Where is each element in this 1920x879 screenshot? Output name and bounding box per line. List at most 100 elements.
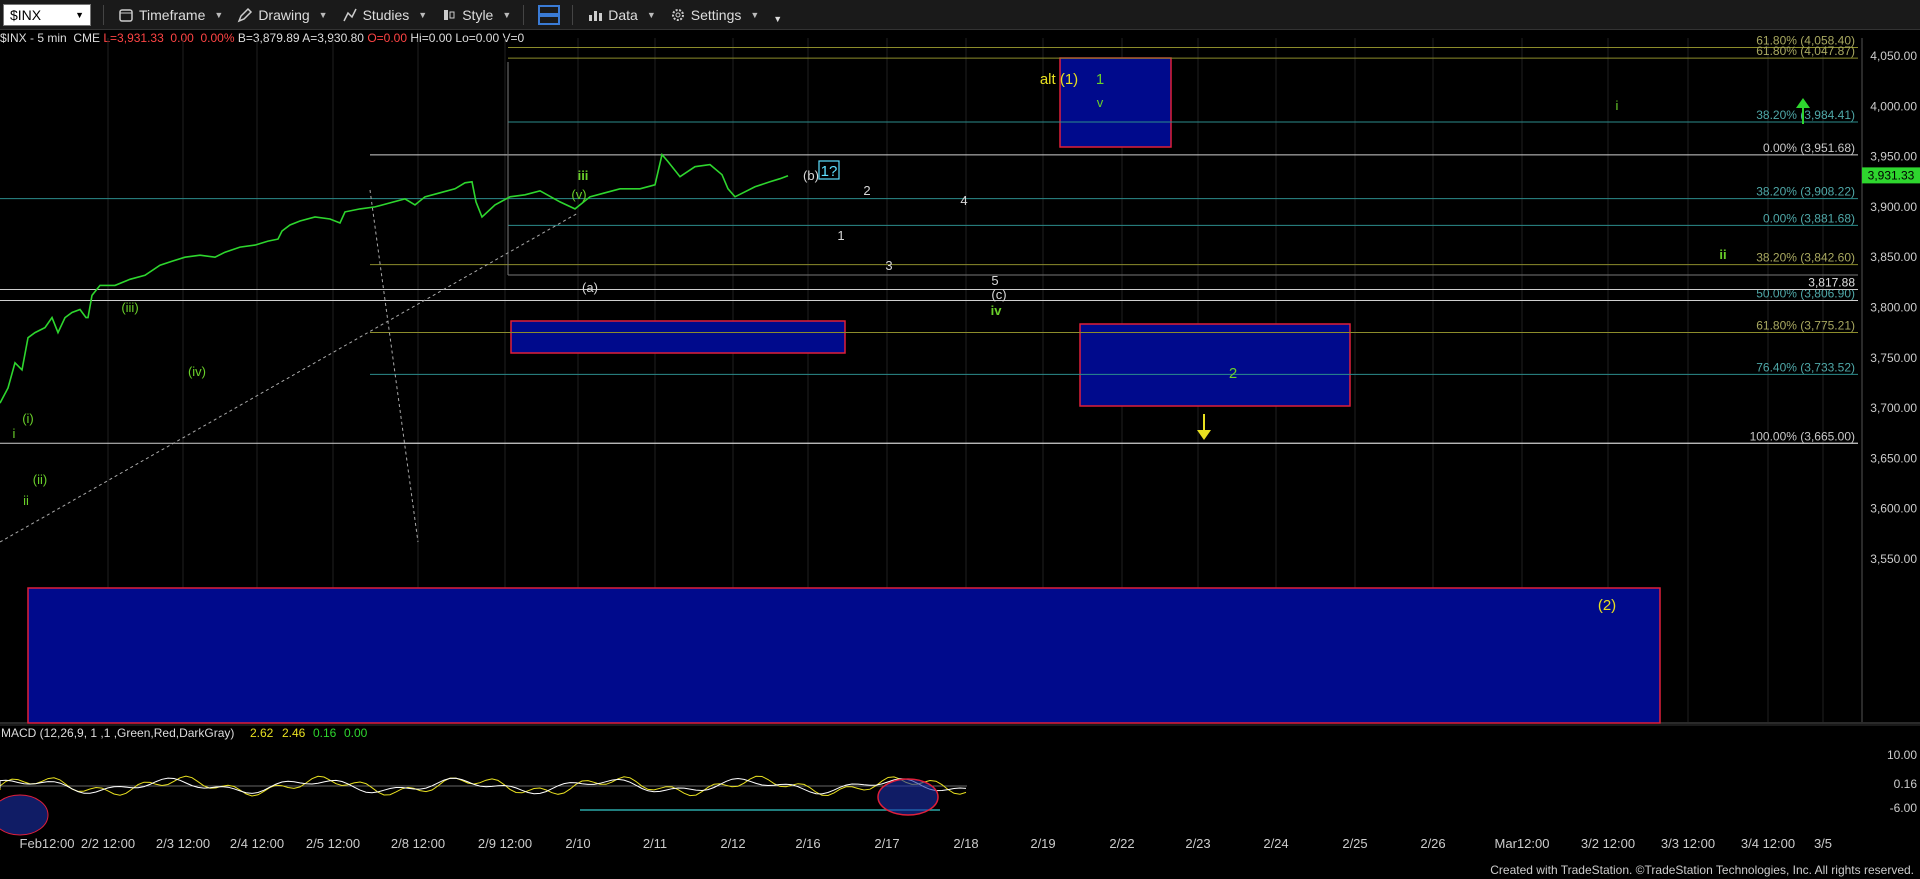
toolbar-divider [523,4,525,25]
support-box-left [510,320,846,354]
settings-menu[interactable]: Settings ▼ [670,7,760,23]
macd-highlight-oval-left [0,794,49,836]
bar-chart-icon [589,10,603,21]
low-price: Lo=0.00 [455,31,500,45]
fib-label: 38.20% (3,984.41) [1756,108,1855,122]
x-tick-label: 2/8 12:00 [391,836,445,851]
wave-label: i [13,426,16,441]
studies-icon [342,8,357,21]
x-tick-label: 2/11 [643,836,667,851]
x-tick-label: 3/5 [1814,836,1832,851]
wave-label: (i) [22,411,34,426]
toolbar: $INX ▼ Timeframe ▼ Drawing ▼ Studies ▼ Styl… [0,0,1920,30]
x-tick-label: 2/10 [565,836,590,851]
y-tick-label: 3,650.00 [1870,451,1917,465]
x-tick-label: 2/12 [720,836,745,851]
style-menu[interactable]: Style ▼ [441,7,511,23]
macd-y-tick-label: 10.00 [1887,748,1917,762]
fib-label: 100.00% (3,665.00) [1750,429,1855,443]
wave-label: 1? [821,163,838,180]
wave-label: (v) [571,187,586,202]
toolbar-divider [572,4,574,25]
drawing-menu[interactable]: Drawing ▼ [237,6,328,23]
y-tick-label: 4,000.00 [1870,99,1917,113]
y-tick-label: 3,850.00 [1870,250,1917,264]
fib-label: 38.20% (3,908.22) [1756,185,1855,199]
macd-value: 0.00 [344,726,368,740]
x-tick-label: 2/3 12:00 [156,836,210,851]
wave-label: ii [23,493,29,508]
volume: V=0 [502,31,525,45]
high-price: Hi=0.00 [410,31,453,45]
layout-icon [538,4,561,25]
wave-label: (b) [803,168,819,183]
caret-icon: ▼ [502,9,512,20]
more-options-button[interactable]: ▼ [773,6,782,24]
wave-label: 2 [863,183,870,198]
symbol-text: $INX [10,6,42,23]
open-price: O=0.00 [367,31,408,45]
symbol-description: $INX - 5 min CME [0,31,101,45]
x-tick-label: 2/19 [1030,836,1055,851]
x-tick-label: 2/5 12:00 [306,836,360,851]
x-tick-label: 2/24 [1263,836,1288,851]
x-tick-label: 2/9 12:00 [478,836,532,851]
wave-label: iii [578,168,589,183]
x-tick-label: 2/22 [1109,836,1134,851]
y-tick-label: 3,550.00 [1870,552,1917,566]
layout-button[interactable] [538,4,561,25]
bid-price: B=3,879.89 [237,31,300,45]
macd-value: 0.16 [313,726,337,740]
wave-label-box [818,160,840,180]
x-tick-label: 3/4 12:00 [1741,836,1795,851]
x-tick-label: 2/16 [795,836,820,851]
wave-label: 1 [1096,71,1104,88]
symbol-selector[interactable]: $INX ▼ [3,3,91,26]
y-tick-label: 3,900.00 [1870,200,1917,214]
wave-label: iv [991,303,1003,318]
x-tick-label: 2/26 [1420,836,1445,851]
caret-icon: ▼ [750,9,760,20]
ask-price: A=3,930.80 [302,31,364,45]
macd-value: 2.62 [250,726,274,740]
fib-label: 0.00% (3,951.68) [1763,141,1855,155]
y-tick-label: 3,800.00 [1870,301,1917,315]
caret-icon: ▼ [418,9,428,20]
chevron-down-icon: ▼ [75,9,84,20]
macd-signal-line [0,775,967,797]
more-icon: ▼ [773,13,783,24]
fib-label: 61.80% (4,047.87) [1756,44,1855,58]
data-menu[interactable]: Data ▼ [587,7,656,23]
caret-icon: ▼ [318,9,328,20]
style-icon [444,9,455,20]
wave-label: (a) [582,280,598,295]
wave-label: (c) [991,287,1006,302]
wave-label: 4 [960,193,967,208]
x-tick-label: 2/2 12:00 [81,836,135,851]
timeframe-menu[interactable]: Timeframe ▼ [118,7,223,23]
price-chart[interactable]: 61.80% (4,058.40)61.80% (4,047.87) 38.20%… [0,0,1920,879]
macd-value: 2.46 [282,726,306,740]
fib-label: 61.80% (3,775.21) [1756,318,1855,332]
studies-menu[interactable]: Studies ▼ [342,7,428,23]
down-arrow-icon [1197,414,1211,440]
y-tick-label: 3,600.00 [1870,502,1917,516]
fib-label: 76.40% (3,733.52) [1756,360,1855,374]
x-tick-label: 3/2 12:00 [1581,836,1635,851]
x-tick-label: 2/17 [874,836,899,851]
x-tick-label: 2/4 12:00 [230,836,284,851]
style-label: Style [462,6,494,23]
fib-label: 50.00% (3,806.90) [1756,287,1855,301]
macd-highlight-oval [877,778,939,816]
support-box-wave-2 [1079,323,1351,407]
y-tick-label: 3,950.00 [1870,150,1917,164]
x-tick-label: Mar12:00 [1495,836,1550,851]
y-tick-label: 3,750.00 [1870,351,1917,365]
timeframe-label: Timeframe [139,6,206,23]
x-tick-label: 2/25 [1342,836,1367,851]
last-price-marker [1862,167,1920,184]
trendline-dotted [0,212,579,543]
target-box-wave-2 [27,587,1661,724]
drawing-label: Drawing [258,6,310,23]
calendar-icon [119,8,133,22]
